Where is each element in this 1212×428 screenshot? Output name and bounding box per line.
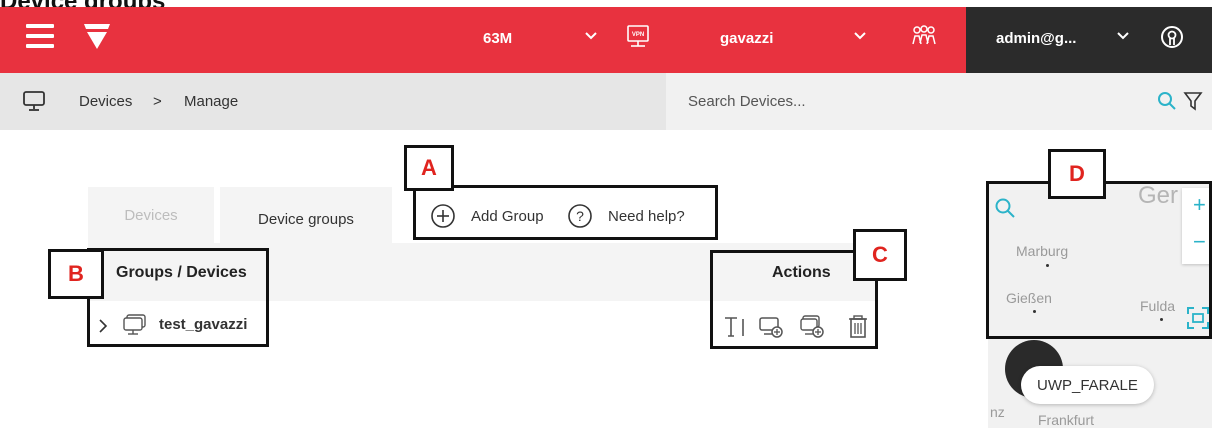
brand-logo xyxy=(84,24,110,49)
hamburger-menu-icon[interactable] xyxy=(26,24,54,48)
company-selector-label[interactable]: gavazzi xyxy=(720,30,773,47)
map-town-label: nz xyxy=(990,404,1005,420)
tab-device-groups-label: Device groups xyxy=(258,210,354,228)
tab-devices[interactable]: Devices xyxy=(88,187,214,243)
chevron-down-icon[interactable] xyxy=(852,28,868,44)
annotation-box-a xyxy=(413,185,718,240)
breadcrumb-devices[interactable]: Devices xyxy=(79,93,132,110)
search-input[interactable] xyxy=(688,86,1128,116)
users-icon[interactable] xyxy=(910,24,938,48)
tab-device-groups[interactable]: Device groups xyxy=(220,187,392,243)
user-menu-label[interactable]: admin@g... xyxy=(996,30,1076,47)
map-town-label: Frankfurt xyxy=(1038,412,1095,428)
chevron-down-icon[interactable] xyxy=(583,28,599,44)
tab-devices-label: Devices xyxy=(124,206,178,224)
annotation-box-d xyxy=(986,181,1212,339)
vpn-icon[interactable]: VPN xyxy=(625,25,651,49)
map-marker-label[interactable]: UWP_FARALE xyxy=(1021,366,1154,404)
annotation-label-a: A xyxy=(404,145,454,191)
support-icon[interactable] xyxy=(1160,25,1184,49)
breadcrumb-current: Manage xyxy=(184,93,239,110)
breadcrumb-separator: > xyxy=(153,93,162,110)
vpn-icon-label: VPN xyxy=(632,32,644,38)
map-marker-text: UWP_FARALE xyxy=(1037,376,1138,394)
annotation-label-b: B xyxy=(48,249,104,299)
annotation-box-b xyxy=(87,248,269,347)
chevron-down-icon[interactable] xyxy=(1115,28,1131,44)
filter-icon[interactable] xyxy=(1183,91,1203,111)
annotation-label-c: C xyxy=(853,229,907,281)
monitor-icon xyxy=(23,91,45,111)
search-icon[interactable] xyxy=(1157,91,1177,111)
account-selector-label[interactable]: 63M xyxy=(483,30,512,47)
annotation-label-d: D xyxy=(1048,149,1106,199)
